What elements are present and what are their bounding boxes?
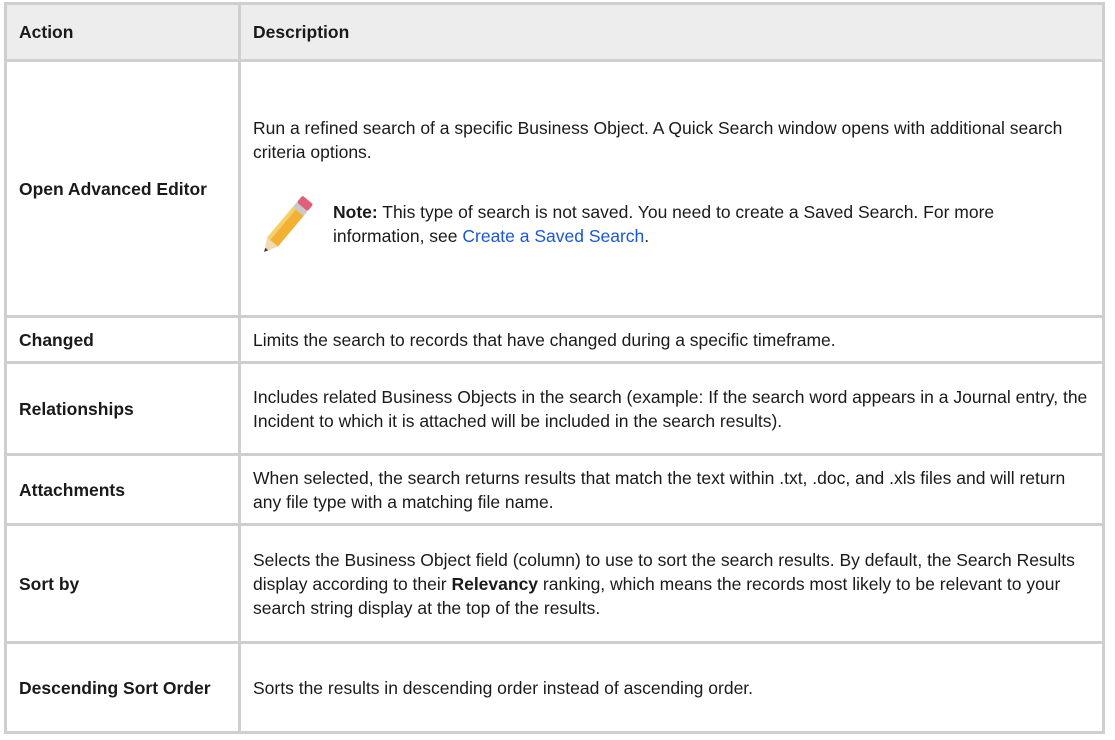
- header-description: Description: [238, 2, 1105, 62]
- action-cell: Descending Sort Order: [4, 641, 241, 734]
- description-text: Run a refined search of a specific Busin…: [253, 117, 1063, 162]
- table-header-row: Action Description: [4, 2, 1105, 62]
- description-cell: Includes related Business Objects in the…: [238, 361, 1105, 456]
- relevancy-term: Relevancy: [451, 573, 539, 594]
- table-row: Descending Sort Order Sorts the results …: [4, 641, 1105, 734]
- table-row: Changed Limits the search to records tha…: [4, 315, 1105, 364]
- action-cell: Open Advanced Editor: [4, 59, 241, 318]
- description-cell: Sorts the results in descending order in…: [238, 641, 1105, 734]
- description-cell: Selects the Business Object field (colum…: [238, 523, 1105, 644]
- page: Action Description Open Advanced Editor …: [0, 0, 1115, 740]
- table-row: Open Advanced Editor Run a refined searc…: [4, 59, 1105, 318]
- table-row: Attachments When selected, the search re…: [4, 453, 1105, 526]
- action-cell: Sort by: [4, 523, 241, 644]
- note-body: This type of search is not saved. You ne…: [333, 201, 995, 246]
- note-text: Note: This type of search is not saved. …: [333, 182, 1090, 248]
- description-cell: When selected, the search returns result…: [238, 453, 1105, 526]
- action-cell: Relationships: [4, 361, 241, 456]
- note-label: Note:: [333, 201, 378, 222]
- action-cell: Attachments: [4, 453, 241, 526]
- table-row: Sort by Selects the Business Object fiel…: [4, 523, 1105, 644]
- description-cell: Limits the search to records that have c…: [238, 315, 1105, 364]
- create-saved-search-link[interactable]: Create a Saved Search: [462, 226, 644, 246]
- action-cell: Changed: [4, 315, 241, 364]
- table-row: Relationships Includes related Business …: [4, 361, 1105, 456]
- note-box: Note: This type of search is not saved. …: [253, 182, 1090, 262]
- header-action: Action: [4, 2, 241, 62]
- description-cell: Run a refined search of a specific Busin…: [238, 59, 1105, 318]
- actions-table: Action Description Open Advanced Editor …: [4, 2, 1105, 734]
- note-end: .: [644, 225, 650, 246]
- pencil-icon: [264, 195, 313, 252]
